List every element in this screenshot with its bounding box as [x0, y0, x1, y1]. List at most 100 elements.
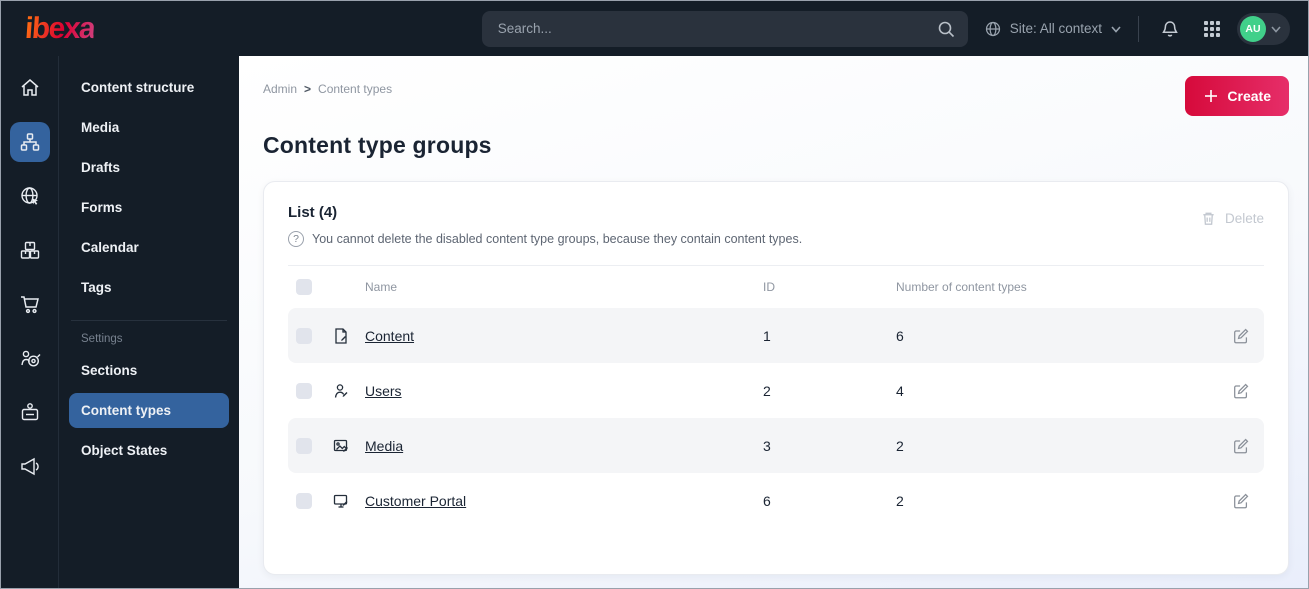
content-type-group-link[interactable]: Customer Portal	[365, 493, 763, 509]
search-input[interactable]	[481, 10, 968, 47]
top-bar: ibexa Site: All context AU	[1, 1, 1308, 56]
site-context-label: Site: All context	[1009, 21, 1102, 36]
body-row: Content structure Media Drafts Forms Cal…	[1, 56, 1308, 588]
topbar-divider	[1138, 15, 1139, 42]
group-id: 1	[763, 327, 771, 344]
delete-button-label: Delete	[1224, 211, 1264, 226]
sidebar-item-content-types[interactable]: Content types	[69, 393, 229, 428]
group-id: 3	[763, 437, 771, 454]
apps-grid-icon	[1204, 20, 1220, 37]
row-checkbox[interactable]	[296, 327, 312, 344]
edit-icon	[1234, 328, 1249, 343]
monitor-icon	[332, 492, 365, 510]
page-title: Content type groups	[263, 132, 492, 158]
content-type-group-link[interactable]: Media	[365, 438, 763, 454]
question-circle-icon: ?	[288, 231, 304, 247]
col-header-name: Name	[365, 280, 398, 294]
file-icon	[332, 327, 365, 345]
create-button[interactable]: Create	[1185, 76, 1289, 116]
image-icon	[332, 437, 365, 455]
user-icon	[332, 382, 365, 400]
cart-icon	[20, 296, 39, 314]
sitemap-icon	[20, 133, 39, 151]
globe-icon	[985, 21, 1000, 36]
globe-cursor-icon	[20, 187, 38, 205]
rail-item-content[interactable]	[9, 122, 50, 162]
group-count: 2	[896, 437, 904, 454]
ibexa-logo[interactable]: ibexa	[24, 12, 96, 46]
breadcrumb: Admin > Content types	[263, 76, 392, 96]
group-count: 2	[896, 492, 904, 509]
rail-item-site[interactable]	[10, 176, 50, 216]
row-checkbox[interactable]	[296, 437, 312, 454]
delete-button[interactable]: Delete	[1200, 204, 1264, 227]
groups-table: Name ID Number of content types Content …	[288, 266, 1264, 528]
breadcrumb-admin[interactable]: Admin	[263, 82, 297, 96]
sidebar-item-forms[interactable]: Forms	[69, 190, 229, 225]
rail-item-admin[interactable]	[10, 392, 50, 432]
main-content: Admin > Content types Create Content typ…	[239, 56, 1308, 588]
group-id: 6	[763, 492, 771, 509]
chevron-down-icon	[1111, 25, 1121, 33]
create-button-label: Create	[1227, 88, 1271, 104]
global-search	[481, 10, 968, 47]
sidebar-item-tags[interactable]: Tags	[69, 270, 229, 305]
sidebar-section-settings: Settings	[81, 333, 123, 345]
search-icon[interactable]	[936, 19, 956, 39]
sidebar-item-media[interactable]: Media	[69, 110, 229, 145]
sidebar-item-content-structure[interactable]: Content structure	[69, 70, 229, 105]
notifications-button[interactable]	[1153, 12, 1187, 46]
rail-item-personalization[interactable]	[10, 338, 50, 378]
packages-icon	[20, 241, 39, 259]
group-id: 2	[763, 382, 771, 399]
home-icon	[21, 79, 38, 96]
edit-group-button[interactable]	[1226, 376, 1256, 406]
edit-icon	[1234, 493, 1249, 508]
table-row: Users 2 4	[288, 363, 1264, 418]
rail-item-product-catalog[interactable]	[10, 230, 50, 270]
row-checkbox[interactable]	[296, 492, 312, 509]
avatar: AU	[1240, 15, 1266, 42]
select-all-checkbox[interactable]	[296, 279, 312, 295]
trash-icon	[1203, 212, 1214, 225]
row-checkbox[interactable]	[296, 382, 312, 399]
edit-group-button[interactable]	[1226, 321, 1256, 351]
edit-icon	[1234, 438, 1249, 453]
target-icon	[20, 350, 40, 367]
site-context-selector[interactable]: Site: All context	[984, 20, 1122, 38]
plus-icon	[1205, 90, 1218, 102]
megaphone-icon	[20, 457, 39, 476]
sidebar-item-sections[interactable]: Sections	[69, 353, 229, 388]
col-header-count: Number of content types	[896, 280, 1027, 294]
secondary-sidebar: Content structure Media Drafts Forms Cal…	[59, 56, 239, 588]
sidebar-item-object-states[interactable]: Object States	[69, 433, 229, 468]
edit-icon	[1234, 383, 1249, 398]
badge-icon	[21, 403, 38, 421]
icon-rail	[1, 56, 59, 588]
edit-group-button[interactable]	[1226, 486, 1256, 516]
rail-item-dashboard[interactable]	[10, 68, 50, 108]
sidebar-item-drafts[interactable]: Drafts	[69, 150, 229, 185]
breadcrumb-current: Content types	[318, 82, 393, 96]
group-count: 6	[896, 327, 904, 344]
group-count: 4	[896, 382, 904, 399]
info-text: You cannot delete the disabled content t…	[312, 232, 803, 246]
table-header-row: Name ID Number of content types	[288, 266, 1264, 308]
rail-item-commerce[interactable]	[10, 284, 50, 324]
info-line: ? You cannot delete the disabled content…	[288, 231, 802, 247]
list-title: List (4)	[288, 204, 338, 221]
user-menu[interactable]: AU	[1237, 12, 1290, 45]
rail-item-campaigns[interactable]	[10, 446, 50, 486]
sidebar-item-calendar[interactable]: Calendar	[69, 230, 229, 265]
apps-grid-button[interactable]	[1195, 12, 1229, 46]
table-row: Content 1 6	[288, 308, 1264, 363]
card-head-left: List (4) ? You cannot delete the disable…	[288, 204, 802, 247]
sidebar-divider	[71, 320, 227, 321]
chevron-down-icon	[1271, 25, 1281, 33]
content-type-group-link[interactable]: Content	[365, 328, 763, 344]
bell-icon	[1162, 20, 1178, 37]
breadcrumb-separator: >	[304, 82, 312, 96]
content-type-groups-card: List (4) ? You cannot delete the disable…	[263, 181, 1289, 575]
edit-group-button[interactable]	[1226, 431, 1256, 461]
content-type-group-link[interactable]: Users	[365, 383, 763, 399]
